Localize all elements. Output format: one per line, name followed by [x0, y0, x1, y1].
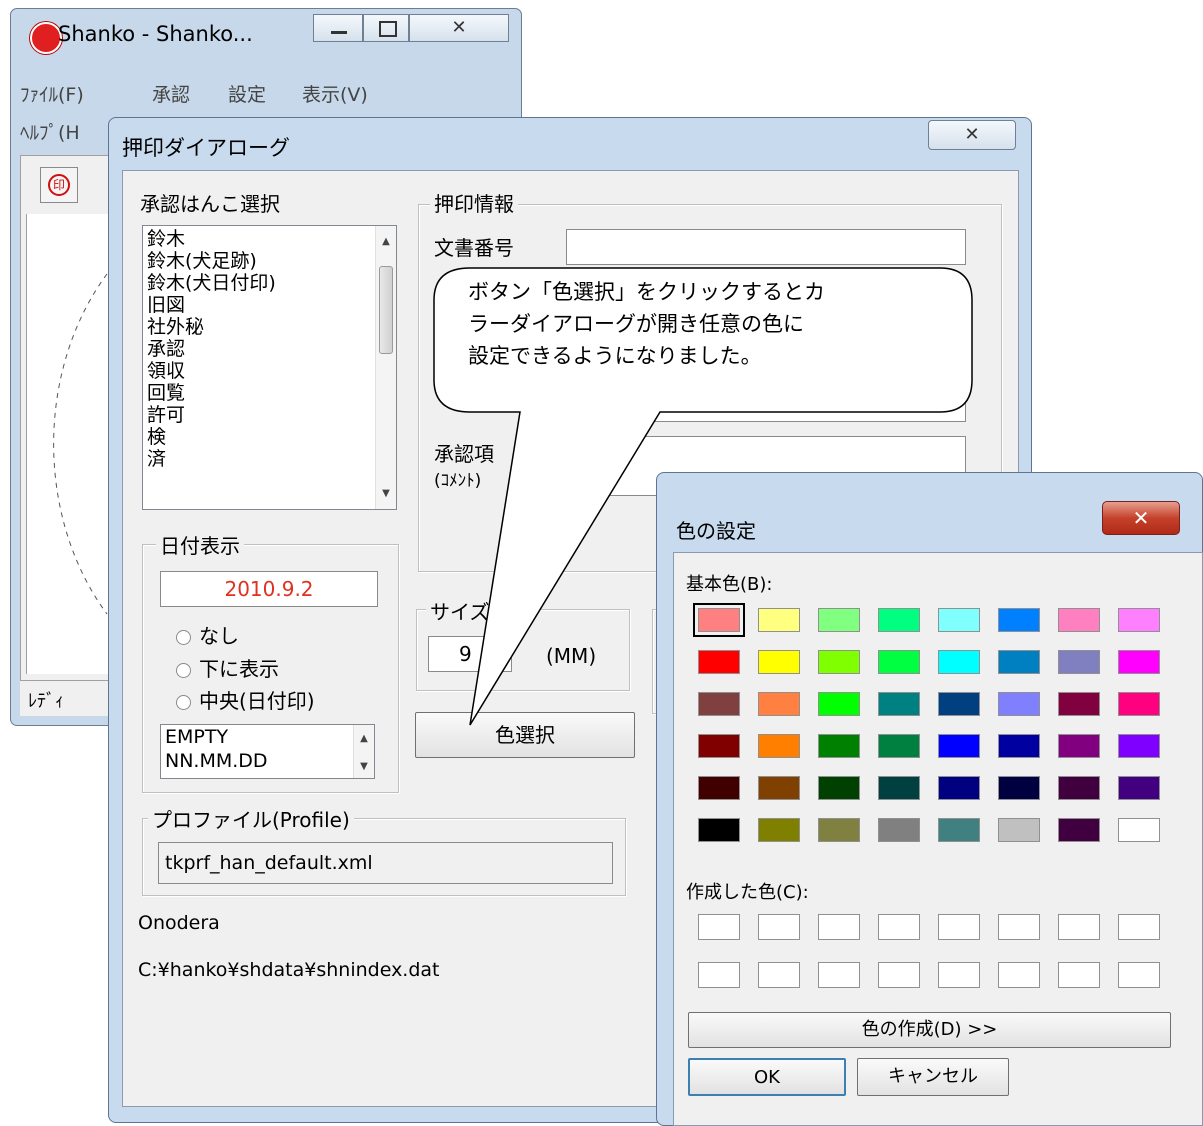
basic-colors-label: 基本色(B):: [686, 574, 773, 595]
color-swatch[interactable]: [1058, 692, 1100, 716]
custom-color-swatch[interactable]: [698, 914, 740, 940]
custom-color-swatch[interactable]: [998, 962, 1040, 988]
color-swatch[interactable]: [938, 776, 980, 800]
custom-color-swatch[interactable]: [758, 962, 800, 988]
color-swatch[interactable]: [878, 776, 920, 800]
color-swatch[interactable]: [998, 608, 1040, 632]
color-dialog-title: 色の設定: [676, 519, 756, 543]
color-swatch[interactable]: [818, 692, 860, 716]
color-swatch[interactable]: [758, 776, 800, 800]
ok-button[interactable]: OK: [688, 1058, 846, 1096]
custom-color-swatch[interactable]: [878, 914, 920, 940]
color-swatch[interactable]: [1118, 734, 1160, 758]
color-swatch[interactable]: [693, 603, 745, 637]
color-swatch[interactable]: [878, 608, 920, 632]
color-swatch[interactable]: [1118, 650, 1160, 674]
color-swatch[interactable]: [878, 818, 920, 842]
color-swatch[interactable]: [818, 818, 860, 842]
callout-line: ボタン「色選択」をクリックするとカ: [468, 280, 825, 304]
custom-color-swatch[interactable]: [878, 962, 920, 988]
color-swatch[interactable]: [698, 776, 740, 800]
color-swatch[interactable]: [998, 818, 1040, 842]
color-swatch[interactable]: [1118, 692, 1160, 716]
color-swatch[interactable]: [938, 734, 980, 758]
custom-color-swatch[interactable]: [1118, 962, 1160, 988]
color-swatch[interactable]: [698, 692, 740, 716]
custom-color-swatch[interactable]: [818, 914, 860, 940]
color-swatch[interactable]: [998, 692, 1040, 716]
color-swatch[interactable]: [758, 818, 800, 842]
color-swatch[interactable]: [878, 692, 920, 716]
color-swatch[interactable]: [998, 734, 1040, 758]
color-swatch[interactable]: [1118, 608, 1160, 632]
custom-colors-label: 作成した色(C):: [686, 882, 809, 903]
color-swatch[interactable]: [1058, 734, 1100, 758]
color-swatch[interactable]: [1058, 650, 1100, 674]
color-swatch[interactable]: [818, 734, 860, 758]
custom-color-swatch[interactable]: [998, 914, 1040, 940]
color-swatch[interactable]: [878, 650, 920, 674]
color-swatch[interactable]: [698, 650, 740, 674]
custom-color-swatch[interactable]: [1058, 914, 1100, 940]
color-swatch[interactable]: [938, 818, 980, 842]
custom-color-swatch[interactable]: [938, 962, 980, 988]
color-swatch[interactable]: [698, 734, 740, 758]
color-dialog-close-button[interactable]: ✕: [1102, 501, 1180, 535]
callout-line: 設定できるようになりました。: [468, 344, 762, 368]
color-swatch[interactable]: [938, 650, 980, 674]
color-swatch[interactable]: [1118, 776, 1160, 800]
ok-label: OK: [754, 1067, 780, 1088]
cancel-label: キャンセル: [888, 1066, 978, 1087]
color-swatch[interactable]: [758, 734, 800, 758]
cancel-button[interactable]: キャンセル: [857, 1058, 1009, 1096]
define-color-label: 色の作成(D) >>: [861, 1019, 998, 1040]
color-swatch[interactable]: [818, 650, 860, 674]
color-swatch[interactable]: [1058, 776, 1100, 800]
color-swatch[interactable]: [758, 608, 800, 632]
color-swatch[interactable]: [998, 650, 1040, 674]
color-swatch[interactable]: [878, 734, 920, 758]
custom-color-swatch[interactable]: [1058, 962, 1100, 988]
callout-text: ボタン「色選択」をクリックするとカ ラーダイアローグが開き任意の色に 設定できる…: [468, 276, 960, 372]
color-swatch[interactable]: [1058, 818, 1100, 842]
custom-color-swatch[interactable]: [818, 962, 860, 988]
callout-line: ラーダイアローグが開き任意の色に: [468, 312, 804, 336]
color-swatch[interactable]: [758, 650, 800, 674]
color-swatch[interactable]: [998, 776, 1040, 800]
color-swatch[interactable]: [1118, 818, 1160, 842]
custom-color-swatch[interactable]: [698, 962, 740, 988]
color-swatch[interactable]: [938, 608, 980, 632]
color-swatch[interactable]: [818, 776, 860, 800]
custom-color-swatch[interactable]: [938, 914, 980, 940]
color-swatch[interactable]: [818, 608, 860, 632]
color-swatch[interactable]: [938, 692, 980, 716]
custom-color-swatch[interactable]: [758, 914, 800, 940]
define-color-button[interactable]: 色の作成(D) >>: [688, 1012, 1171, 1048]
color-swatch[interactable]: [758, 692, 800, 716]
custom-color-swatch[interactable]: [1118, 914, 1160, 940]
color-swatch[interactable]: [1058, 608, 1100, 632]
color-swatch[interactable]: [698, 818, 740, 842]
